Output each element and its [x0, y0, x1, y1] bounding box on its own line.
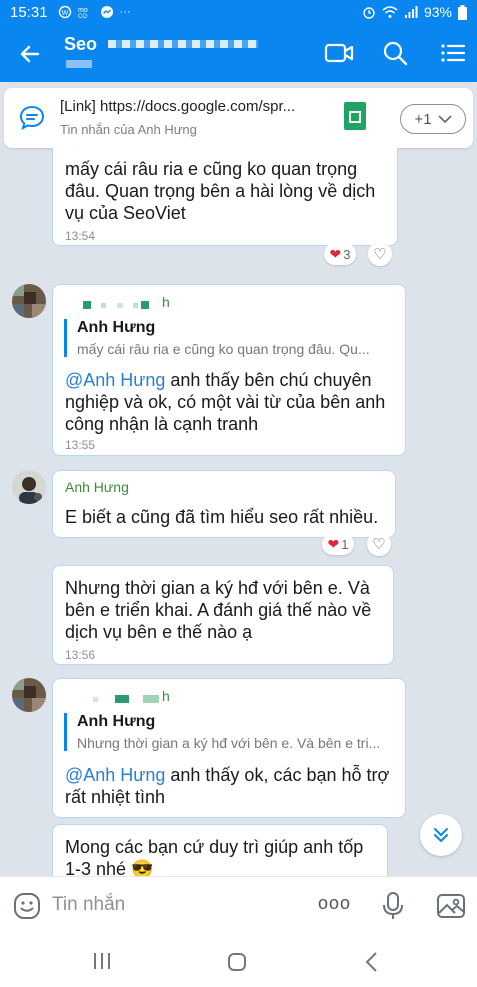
- reaction-count: 3: [343, 246, 351, 262]
- chat-header: Seo: [0, 24, 477, 82]
- double-chevron-down-icon: [434, 828, 448, 842]
- avatar[interactable]: [12, 284, 46, 318]
- quoted-text: mấy cái râu ria e cũng ko quan trọng đâu…: [77, 341, 370, 357]
- message-input[interactable]: Tin nhắn: [52, 894, 125, 916]
- mention-link[interactable]: @Anh Hưng: [65, 370, 165, 390]
- message-bubble[interactable]: h Anh Hưng mấy cái râu ria e cũng ko qua…: [52, 284, 406, 456]
- wifi-icon: [382, 6, 398, 18]
- chat-bubble-icon: [19, 105, 45, 130]
- reaction-badge[interactable]: ❤ 1: [322, 533, 354, 555]
- messenger-icon: [100, 6, 113, 18]
- svg-text:mo: mo: [78, 7, 88, 14]
- quoted-text: Nhưng thời gian a ký hđ với bên e. Và bê…: [77, 735, 381, 751]
- chevron-down-icon: [437, 115, 452, 124]
- heart-icon: ❤: [329, 245, 342, 262]
- quoted-sender: Anh Hưng: [77, 713, 156, 730]
- status-bar: 15:31 W mo CO ··· 93%: [0, 0, 477, 24]
- microphone-icon[interactable]: [380, 890, 406, 922]
- heart-icon: ❤: [327, 535, 340, 552]
- mention-link[interactable]: @Anh Hưng: [65, 765, 165, 785]
- title-redacted: [108, 40, 258, 48]
- reaction-badge[interactable]: ❤ 3: [324, 243, 356, 265]
- chat-title[interactable]: Seo: [64, 34, 97, 55]
- reaction-count: 1: [341, 536, 349, 552]
- quoted-sender: Anh Hưng: [77, 319, 156, 336]
- message-bubble[interactable]: h Anh Hưng Nhưng thời gian a ký hđ với b…: [52, 678, 406, 818]
- sender-name-tail: h: [162, 294, 170, 310]
- emoji-icon[interactable]: [12, 891, 42, 921]
- svg-text:W: W: [61, 10, 68, 17]
- sender-name-tail: h: [162, 688, 170, 704]
- signal-icon: [404, 6, 418, 18]
- battery-icon: [458, 4, 467, 20]
- sender-name[interactable]: Anh Hưng: [65, 479, 129, 495]
- status-time: 15:31: [10, 3, 48, 21]
- pinned-link-text[interactable]: [Link] https://docs.google.com/spr...: [60, 98, 295, 115]
- message-time: 13:55: [65, 438, 96, 452]
- alarm-icon: [363, 7, 375, 19]
- scroll-to-bottom-button[interactable]: [420, 814, 462, 856]
- message-bubble[interactable]: mấy cái râu ria e cũng ko quan trọng đâu…: [52, 148, 398, 246]
- system-navigation-bar: [0, 934, 477, 987]
- message-composer: Tin nhắn ooo: [0, 876, 477, 934]
- battery-percent: 93%: [423, 4, 452, 20]
- pinned-count: +1: [414, 110, 432, 128]
- more-icon: ···: [119, 6, 131, 18]
- sender-name-redacted: [93, 695, 159, 703]
- google-sheets-icon: [344, 102, 366, 130]
- recent-apps-icon[interactable]: [92, 952, 112, 970]
- menu-icon[interactable]: [436, 36, 470, 70]
- message-text: Mong các bạn cứ duy trì giúp anh tốp 1-3…: [65, 837, 364, 879]
- nav-back-icon[interactable]: [364, 951, 380, 973]
- wifi-calling-icon: W: [58, 5, 71, 19]
- message-time: 13:54: [65, 229, 96, 243]
- pinned-message-bar[interactable]: [Link] https://docs.google.com/spr... Ti…: [4, 88, 473, 148]
- mo-icon: moCO: [78, 7, 88, 19]
- search-icon[interactable]: [378, 36, 412, 70]
- message-bubble[interactable]: Nhưng thời gian a ký hđ với bên e. Và bê…: [52, 565, 394, 665]
- message-text: @Anh Hưng anh thấy bên chú chuyên nghiệp…: [65, 369, 399, 435]
- image-icon[interactable]: [436, 891, 466, 921]
- video-call-icon[interactable]: [322, 36, 356, 70]
- message-text: mấy cái râu ria e cũng ko quan trọng đâu…: [65, 159, 376, 223]
- sender-name-redacted: [83, 301, 149, 309]
- like-button[interactable]: ♡: [367, 532, 391, 556]
- message-bubble[interactable]: Anh Hưng E biết a cũng đã tìm hiểu seo r…: [52, 470, 396, 538]
- like-button[interactable]: ♡: [368, 242, 392, 266]
- avatar[interactable]: [12, 678, 46, 712]
- heart-outline-icon: ♡: [372, 536, 386, 553]
- more-options-icon[interactable]: ooo: [318, 893, 351, 914]
- message-text: @Anh Hưng anh thấy ok, các bạn hỗ trợ rấ…: [65, 764, 399, 808]
- quoted-reply[interactable]: Anh Hưng mấy cái râu ria e cũng ko quan …: [64, 319, 392, 357]
- back-icon[interactable]: [14, 38, 46, 70]
- subtitle-redacted: [66, 60, 92, 68]
- message-text: E biết a cũng đã tìm hiểu seo rất nhiều.: [65, 507, 379, 527]
- avatar[interactable]: [12, 470, 46, 504]
- pinned-subtitle: Tin nhắn của Anh Hưng: [60, 122, 197, 137]
- pinned-expand-button[interactable]: +1: [400, 104, 466, 134]
- svg-text:CO: CO: [78, 14, 87, 19]
- heart-outline-icon: ♡: [373, 246, 387, 263]
- home-icon[interactable]: [226, 951, 248, 973]
- quoted-reply[interactable]: Anh Hưng Nhưng thời gian a ký hđ với bên…: [64, 713, 392, 751]
- message-time: 13:56: [65, 648, 96, 662]
- message-text: Nhưng thời gian a ký hđ với bên e. Và bê…: [65, 578, 372, 642]
